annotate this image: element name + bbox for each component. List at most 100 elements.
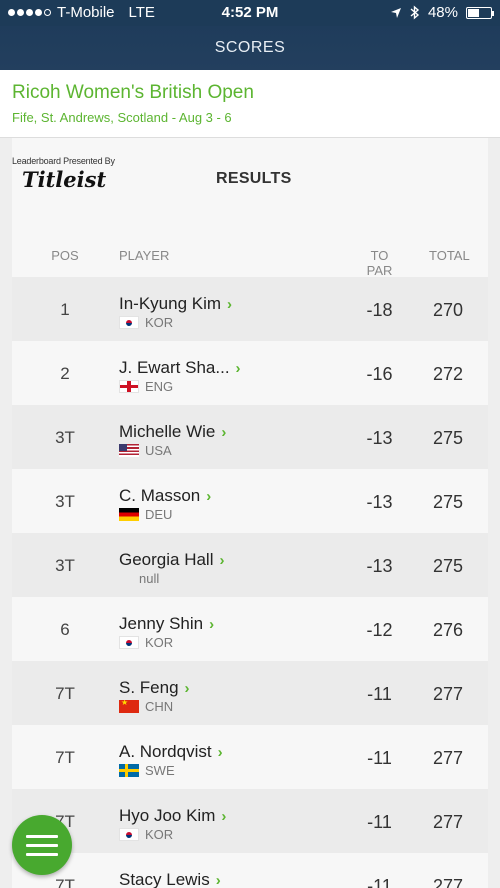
usa-flag-icon [119,444,139,457]
hamburger-menu-icon [26,834,58,838]
leaderboard-row[interactable]: 7T Hyo Joo Kim › KOR -11 277 [12,789,488,853]
chevron-right-icon: › [221,808,227,825]
row-position: 7T [55,748,75,767]
player-name[interactable]: Michelle Wie › [119,422,226,442]
kor-flag-icon [119,636,139,649]
column-header-player: PLAYER [119,248,170,263]
player-country: SWE [119,763,175,778]
player-name[interactable]: Stacy Lewis › [119,870,221,888]
row-total: 277 [432,684,464,704]
menu-button[interactable] [12,815,72,875]
player-name-text: A. Nordqvist [119,742,212,761]
row-to-par: -16 [366,364,393,384]
row-to-par: -13 [366,492,393,512]
titleist-logo: Titleist [22,167,107,192]
player-name[interactable]: Georgia Hall › [119,550,225,570]
player-name[interactable]: Jenny Shin › [119,614,214,634]
row-total: 275 [432,556,464,576]
country-code: SWE [145,763,175,778]
country-code: null [139,571,160,586]
player-name-text: In-Kyung Kim [119,294,222,313]
player-country: KOR [119,315,173,330]
player-country: USA [119,443,172,458]
player-country: ENG [119,379,173,394]
battery-percent: 48% [427,4,458,21]
chevron-right-icon: › [217,744,223,761]
row-total: 276 [432,620,464,640]
deu-flag-icon [119,508,139,521]
chevron-right-icon: › [206,488,212,505]
row-total: 277 [432,748,464,768]
leaderboard-row[interactable]: 1 In-Kyung Kim › KOR -18 270 [12,277,488,341]
bluetooth-icon [410,5,420,20]
country-code: DEU [145,507,173,522]
player-country: DEU [119,507,172,522]
country-code: KOR [145,315,174,330]
row-to-par: -11 [367,876,392,888]
swe-flag-icon [119,764,139,777]
player-country: KOR [119,827,173,842]
player-name[interactable]: Hyo Joo Kim › [119,806,226,826]
row-to-par: -11 [367,812,392,832]
leaderboard-header: POS PLAYER TO PAR TOTAL [12,240,488,278]
row-total: 275 [432,492,464,512]
status-icons: 48% [390,4,494,21]
chevron-right-icon: › [221,424,227,441]
player-country: KOR [119,635,173,650]
event-location: Fife, St. Andrews, Scotland - Aug 3 - 6 [12,110,232,125]
leaderboard-row[interactable]: 7T Stacy Lewis› USA -11 277 [12,853,488,888]
location-arrow-icon [390,7,401,18]
leaderboard-row[interactable]: 7T S. Feng › CHN -11 277 [12,661,488,725]
player-name-text: J. Ewart Sha... [119,358,230,377]
player-name-text: S. Feng [119,678,179,697]
chevron-right-icon: › [209,616,215,633]
row-position: 3T [55,428,75,447]
player-name-text: Michelle Wie [119,422,216,441]
row-total: 272 [432,364,464,384]
row-position: 3T [55,556,75,575]
row-total: 277 [432,812,464,832]
column-header-total: TOTAL [429,248,470,263]
row-to-par: -18 [366,300,393,320]
player-name[interactable]: J. Ewart Sha... › [119,358,241,378]
country-code: CHN [145,699,174,714]
row-position: 7T [55,684,75,703]
player-name[interactable]: S. Feng › [119,678,190,698]
row-to-par: -12 [366,620,393,640]
player-name[interactable]: A. Nordqvist › [119,742,223,762]
row-position: 7T [55,876,75,888]
hamburger-menu-icon-bar [26,843,58,847]
player-name-text: Stacy Lewis [119,870,210,888]
row-to-par: -13 [366,428,393,448]
status-bar: T-Mobile LTE 4:52 PM 48% [0,0,500,26]
leaderboard-row[interactable]: 3T C. Masson › DEU -13 275 [12,469,488,533]
row-position: 6 [60,620,70,639]
kor-flag-icon [119,828,139,841]
leaderboard-row[interactable]: 2 J. Ewart Sha... › ENG -16 272 [12,341,488,405]
column-header-pos: POS [51,248,79,263]
row-position: 3T [55,492,75,511]
player-country: null [139,571,159,586]
country-code: ENG [145,379,174,394]
results-heading: RESULTS [216,170,292,187]
player-country: CHN [119,699,173,714]
player-name-text: Georgia Hall [119,550,214,569]
player-name[interactable]: C. Masson › [119,486,211,506]
event-name: Ricoh Women's British Open [12,82,254,103]
kor-flag-icon [119,316,139,329]
hamburger-menu-icon-bar [26,852,58,856]
chevron-right-icon: › [219,552,225,569]
leaderboard-row[interactable]: 6 Jenny Shin › KOR -12 276 [12,597,488,661]
chevron-right-icon: › [184,680,190,697]
sponsor-banner: Leaderboard Presented By Titleist [12,156,142,192]
player-name[interactable]: In-Kyung Kim › [119,294,232,314]
row-to-par: -13 [366,556,393,576]
leaderboard-row[interactable]: 3T Georgia Hall › null -13 275 [12,533,488,597]
row-position: 2 [60,364,70,383]
leaderboard-row[interactable]: 3T Michelle Wie › USA -13 275 [12,405,488,469]
player-name-text: C. Masson [119,486,201,505]
player-name-text: Hyo Joo Kim [119,806,216,825]
leaderboard-row[interactable]: 7T A. Nordqvist › SWE -11 277 [12,725,488,789]
presented-by-label: Leaderboard Presented By [12,156,115,166]
column-header-to-par: TO PAR [366,248,393,278]
